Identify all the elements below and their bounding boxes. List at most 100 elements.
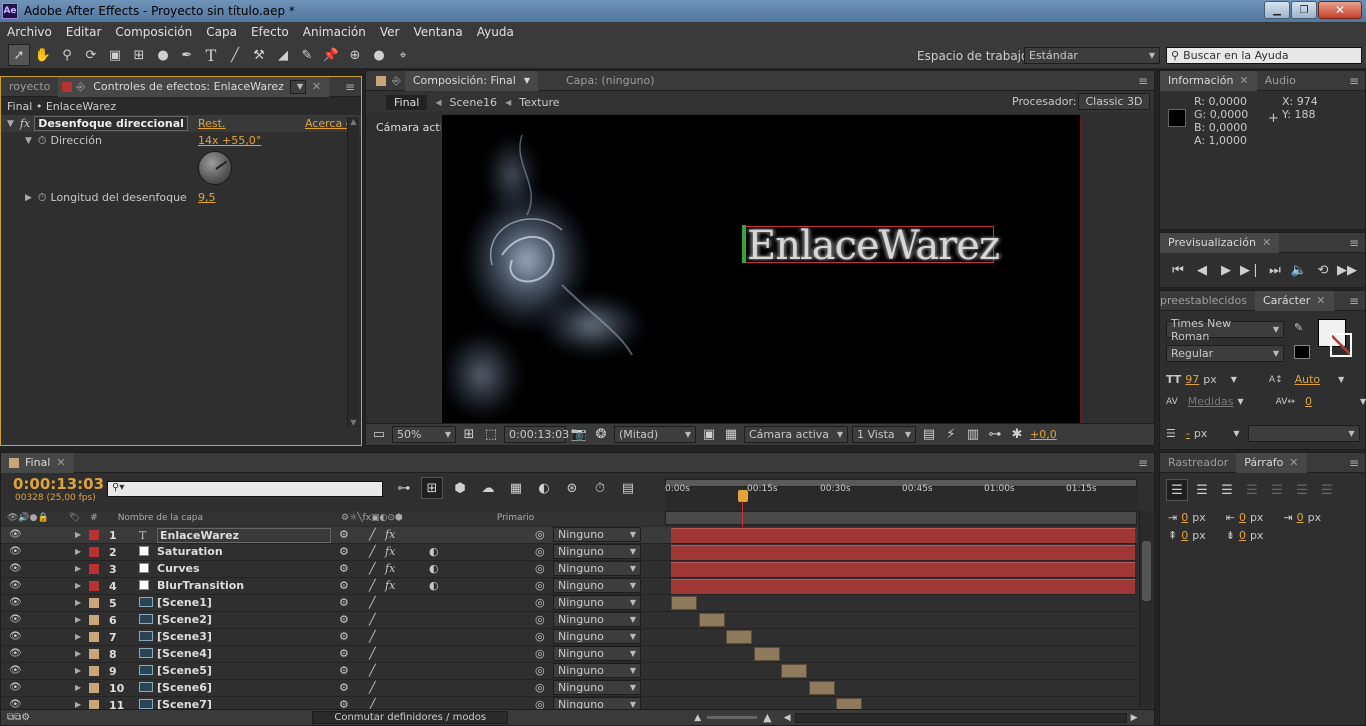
- layer-duration-bar[interactable]: [671, 596, 697, 610]
- resolution-select[interactable]: (Mitad) ▼: [614, 426, 696, 443]
- justify-left-icon[interactable]: ☰: [1241, 479, 1263, 501]
- menu-ayuda[interactable]: Ayuda: [470, 25, 521, 39]
- pen-tool-icon[interactable]: ✒: [176, 44, 198, 66]
- layer-label-color[interactable]: [89, 564, 99, 574]
- hide-shy-icon[interactable]: ☁: [477, 477, 499, 499]
- panel-menu-icon[interactable]: ≡: [1138, 74, 1148, 88]
- indent-right-value[interactable]: 0: [1239, 509, 1246, 527]
- menu-ver[interactable]: Ver: [373, 25, 407, 39]
- frame-blending-icon[interactable]: ▦: [505, 477, 527, 499]
- eraser-tool-icon[interactable]: ◢: [272, 44, 294, 66]
- expand-triangle-icon[interactable]: ▶: [75, 632, 81, 641]
- quality-switch-icon[interactable]: ╱: [369, 579, 376, 592]
- rotate-tool-icon[interactable]: ⟳: [80, 44, 102, 66]
- panel-menu-icon[interactable]: ≡: [1349, 456, 1359, 470]
- timeline-timecode[interactable]: 0:00:13:03: [13, 475, 104, 493]
- adjustment-switch-icon[interactable]: ◐: [429, 545, 439, 558]
- fast-previews-icon[interactable]: ⚡: [942, 424, 960, 446]
- loop-icon[interactable]: ⟲: [1313, 259, 1333, 281]
- layer-row[interactable]: 👁 ▶ 5 [Scene1] ⚙ ╱ ◎ Ninguno ▼: [1, 595, 1137, 612]
- help-search-input[interactable]: ⚲ Buscar en la Ayuda: [1166, 47, 1362, 64]
- visibility-eye-icon[interactable]: 👁: [9, 614, 22, 625]
- reset-link[interactable]: Rest.: [198, 117, 225, 130]
- shy-switch-icon[interactable]: ⚙: [339, 647, 349, 660]
- anchor-point-icon[interactable]: [742, 225, 746, 263]
- quality-switch-icon[interactable]: ╱: [369, 681, 376, 694]
- crumb-scene16[interactable]: Scene16: [450, 96, 498, 109]
- layer-row[interactable]: 👁 ▶ 2 Saturation ⚙ ╱ fx ◐ ◎ Ninguno ▼: [1, 544, 1137, 561]
- panel-menu-icon[interactable]: ≡: [1349, 74, 1359, 88]
- layer-label-color[interactable]: [89, 581, 99, 591]
- visibility-eye-icon[interactable]: 👁: [9, 648, 22, 659]
- parent-pickwhip-icon[interactable]: ◎: [535, 664, 545, 677]
- font-style-select[interactable]: Regular ▼: [1166, 345, 1284, 362]
- direction-value[interactable]: 14x +55,0°: [198, 134, 261, 147]
- parent-pickwhip-icon[interactable]: ◎: [535, 596, 545, 609]
- justify-all-icon[interactable]: ☰: [1316, 479, 1338, 501]
- menu-composicion[interactable]: Composición: [108, 25, 199, 39]
- shy-switch-icon[interactable]: ⚙: [339, 528, 349, 541]
- brainstorm-icon[interactable]: ⊛: [561, 477, 583, 499]
- expand-triangle-icon[interactable]: ▶: [75, 598, 81, 607]
- shy-switch-icon[interactable]: ⚙: [339, 579, 349, 592]
- always-preview-icon[interactable]: ▭: [370, 424, 388, 446]
- visibility-eye-icon[interactable]: 👁: [9, 597, 22, 608]
- space-after-value[interactable]: 0: [1239, 527, 1246, 545]
- menu-capa[interactable]: Capa: [199, 25, 244, 39]
- fx-switch-icon[interactable]: fx: [385, 545, 395, 558]
- fx-switch-icon[interactable]: fx: [385, 528, 395, 541]
- prev-frame-icon[interactable]: ◀: [1192, 259, 1212, 281]
- mask-visibility-icon[interactable]: ⬚: [482, 424, 500, 446]
- first-frame-icon[interactable]: ⏮: [1168, 259, 1188, 281]
- tab-composition[interactable]: Composición: Final ▼: [404, 70, 538, 91]
- transparency-grid-icon[interactable]: ▦: [722, 424, 740, 446]
- tab-info[interactable]: Información ✕: [1160, 70, 1257, 91]
- layer-name[interactable]: [Scene5]: [157, 664, 212, 677]
- workspace-select[interactable]: Estándar ▼: [1024, 47, 1160, 64]
- zoom-slider[interactable]: [707, 716, 758, 719]
- next-frame-icon[interactable]: ▶❘: [1240, 259, 1261, 281]
- space-before-value[interactable]: 0: [1181, 527, 1188, 545]
- close-button[interactable]: ✕: [1318, 1, 1362, 19]
- clone-stamp-tool-icon[interactable]: ⚒: [248, 44, 270, 66]
- layer-duration-bar[interactable]: [726, 630, 752, 644]
- expand-triangle-icon[interactable]: ▶: [75, 666, 81, 675]
- fx-icon[interactable]: fx: [20, 117, 30, 130]
- shy-switch-icon[interactable]: ⚙: [339, 630, 349, 643]
- expand-triangle-icon[interactable]: ▶: [75, 615, 81, 624]
- parent-select[interactable]: Ninguno ▼: [553, 561, 641, 576]
- justify-center-icon[interactable]: ☰: [1266, 479, 1288, 501]
- zoom-select[interactable]: 50% ▼: [392, 426, 456, 443]
- adjustment-switch-icon[interactable]: ◐: [429, 562, 439, 575]
- layer-label-color[interactable]: [89, 547, 99, 557]
- layer-name[interactable]: [Scene1]: [157, 596, 212, 609]
- maximize-button[interactable]: ❐: [1291, 1, 1317, 19]
- parent-select[interactable]: Ninguno ▼: [553, 595, 641, 610]
- layer-duration-bar[interactable]: [698, 613, 725, 627]
- layer-label-color[interactable]: [89, 530, 99, 540]
- blur-length-value[interactable]: 9,5: [198, 191, 216, 204]
- axis-view-icon[interactable]: ⌖: [392, 44, 414, 66]
- live-update-icon[interactable]: ⊞: [421, 477, 443, 499]
- visibility-eye-icon[interactable]: 👁: [9, 665, 22, 676]
- tab-tracker[interactable]: Rastreador: [1160, 453, 1236, 473]
- parent-select[interactable]: Ninguno ▼: [553, 527, 641, 542]
- tab-preview[interactable]: Previsualización ✕: [1160, 232, 1280, 253]
- layer-label-color[interactable]: [89, 649, 99, 659]
- font-size-value[interactable]: 97: [1185, 373, 1199, 386]
- tab-paragraph[interactable]: Párrafo ✕: [1236, 452, 1307, 473]
- axis-local-icon[interactable]: ⊕: [344, 44, 366, 66]
- expand-triangle-icon[interactable]: ▶: [75, 530, 81, 539]
- zoom-out-icon[interactable]: ▲: [694, 713, 701, 723]
- crumb-texture[interactable]: Texture: [519, 96, 559, 109]
- timeline-search-input[interactable]: ⚲▾: [107, 481, 383, 497]
- leading-value[interactable]: Auto: [1295, 373, 1321, 386]
- layer-row[interactable]: 👁 ▶ 1 T EnlaceWarez ⚙ ╱ fx ◎ Ninguno ▼: [1, 527, 1137, 544]
- current-time-field[interactable]: 0:00:13:03: [504, 426, 569, 443]
- quality-switch-icon[interactable]: ╱: [369, 545, 376, 558]
- layer-row[interactable]: 👁 ▶ 10 [Scene6] ⚙ ╱ ◎ Ninguno ▼: [1, 680, 1137, 697]
- scroll-left-icon[interactable]: ◀: [784, 713, 791, 723]
- parent-pickwhip-icon[interactable]: ◎: [535, 562, 545, 575]
- shy-switch-icon[interactable]: ⚙: [339, 613, 349, 626]
- layer-label-color[interactable]: [89, 615, 99, 625]
